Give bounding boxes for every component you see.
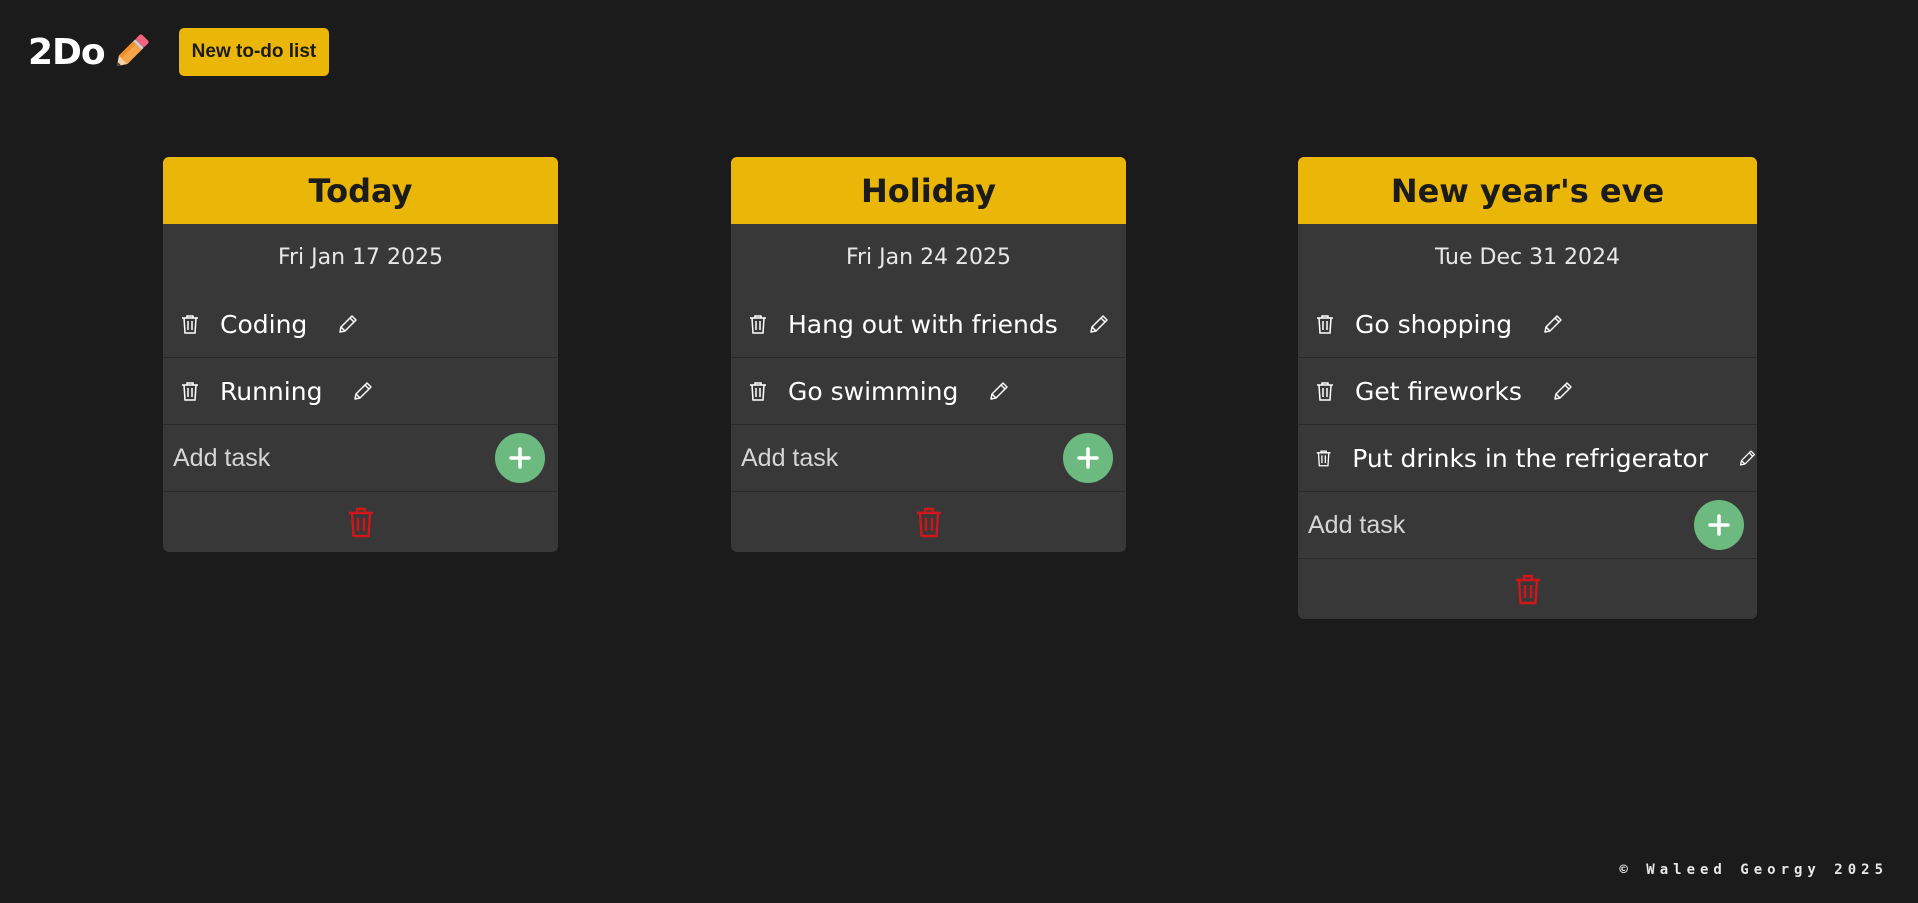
trash-icon <box>1515 574 1540 605</box>
edit-task-icon[interactable] <box>337 313 359 335</box>
delete-task-icon[interactable] <box>180 380 200 402</box>
list-date: Fri Jan 24 2025 <box>845 245 1012 270</box>
todo-list-card: Holiday Fri Jan 24 2025 Hang out with fr… <box>731 157 1126 552</box>
delete-task-icon[interactable] <box>1315 447 1332 469</box>
task-row: Put drinks in the refrigerator <box>1298 425 1757 492</box>
task-row: Coding <box>163 291 558 358</box>
add-task-button[interactable] <box>495 433 545 483</box>
delete-list-row <box>1298 559 1757 619</box>
plus-icon <box>1077 447 1099 469</box>
trash-icon <box>916 507 941 538</box>
delete-list-row <box>163 492 558 552</box>
task-label: Coding <box>220 309 308 339</box>
delete-task-icon[interactable] <box>180 313 200 335</box>
delete-task-icon[interactable] <box>748 313 768 335</box>
delete-list-button[interactable] <box>1513 572 1543 606</box>
footer-copyright: © Waleed Georgy 2025 <box>1619 862 1888 878</box>
add-task-input[interactable] <box>171 442 435 474</box>
todo-list-card: Today Fri Jan 17 2025 Coding Running <box>163 157 558 552</box>
list-title: Holiday <box>731 157 1126 224</box>
edit-task-icon[interactable] <box>1552 380 1574 402</box>
task-row: Get fireworks <box>1298 358 1757 425</box>
header: 2Do New to-do list <box>28 27 330 77</box>
task-row: Hang out with friends <box>731 291 1126 358</box>
edit-task-icon[interactable] <box>988 380 1010 402</box>
delete-list-button[interactable] <box>914 505 944 539</box>
task-row: Go swimming <box>731 358 1126 425</box>
task-label: Hang out with friends <box>788 309 1058 339</box>
add-task-row <box>1298 492 1757 559</box>
task-label: Go shopping <box>1355 309 1513 339</box>
add-task-row <box>163 425 558 492</box>
task-label: Get fireworks <box>1355 376 1522 406</box>
plus-icon <box>509 447 531 469</box>
edit-task-icon[interactable] <box>1738 447 1757 469</box>
edit-task-icon[interactable] <box>1542 313 1564 335</box>
task-label: Put drinks in the refrigerator <box>1352 443 1708 473</box>
add-task-input[interactable] <box>1306 509 1570 541</box>
list-title: New year's eve <box>1298 157 1757 224</box>
delete-list-button[interactable] <box>346 505 376 539</box>
task-label: Running <box>220 376 323 406</box>
list-date: Fri Jan 17 2025 <box>277 245 444 270</box>
logo: 2Do <box>28 30 153 74</box>
list-date: Tue Dec 31 2024 <box>1434 245 1621 270</box>
add-task-button[interactable] <box>1063 433 1113 483</box>
app-page: 2Do New to-do list Today Fri Jan 17 2025 <box>0 0 1918 903</box>
add-task-button[interactable] <box>1694 500 1744 550</box>
delete-task-icon[interactable] <box>1315 313 1335 335</box>
edit-task-icon[interactable] <box>1088 313 1110 335</box>
task-row: Go shopping <box>1298 291 1757 358</box>
add-task-row <box>731 425 1126 492</box>
delete-task-icon[interactable] <box>748 380 768 402</box>
new-list-button[interactable]: New to-do list <box>178 28 330 76</box>
logo-text: 2Do <box>28 31 106 73</box>
delete-task-icon[interactable] <box>1315 380 1335 402</box>
delete-list-row <box>731 492 1126 552</box>
task-row: Running <box>163 358 558 425</box>
plus-icon <box>1708 514 1730 536</box>
todo-list-card: New year's eve Tue Dec 31 2024 Go shoppi… <box>1298 157 1757 619</box>
trash-icon <box>348 507 373 538</box>
task-label: Go swimming <box>788 376 959 406</box>
edit-task-icon[interactable] <box>352 380 374 402</box>
pencil-icon <box>116 34 149 67</box>
add-task-input[interactable] <box>739 442 1003 474</box>
list-title: Today <box>163 157 558 224</box>
